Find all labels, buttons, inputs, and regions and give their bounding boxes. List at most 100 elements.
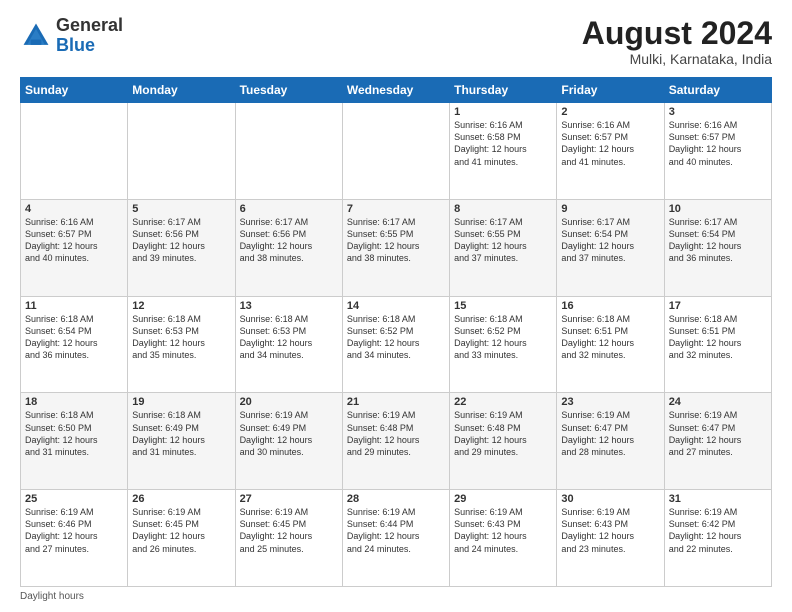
day-number: 4 [25,203,123,215]
logo-icon [20,20,52,52]
day-number: 22 [454,396,552,408]
empty-cell [235,103,342,200]
week-row-4: 18Sunrise: 6:18 AM Sunset: 6:50 PM Dayli… [21,393,772,490]
day-number: 11 [25,300,123,312]
week-row-2: 4Sunrise: 6:16 AM Sunset: 6:57 PM Daylig… [21,199,772,296]
day-info: Sunrise: 6:19 AM Sunset: 6:44 PM Dayligh… [347,506,445,555]
day-cell-25: 25Sunrise: 6:19 AM Sunset: 6:46 PM Dayli… [21,490,128,587]
day-number: 19 [132,396,230,408]
day-number: 20 [240,396,338,408]
day-info: Sunrise: 6:16 AM Sunset: 6:57 PM Dayligh… [561,119,659,168]
day-number: 9 [561,203,659,215]
day-cell-27: 27Sunrise: 6:19 AM Sunset: 6:45 PM Dayli… [235,490,342,587]
header: GeneralBlue August 2024 Mulki, Karnataka… [20,16,772,67]
day-info: Sunrise: 6:16 AM Sunset: 6:58 PM Dayligh… [454,119,552,168]
day-number: 6 [240,203,338,215]
day-number: 12 [132,300,230,312]
day-info: Sunrise: 6:17 AM Sunset: 6:55 PM Dayligh… [347,216,445,265]
day-number: 30 [561,493,659,505]
day-cell-20: 20Sunrise: 6:19 AM Sunset: 6:49 PM Dayli… [235,393,342,490]
day-info: Sunrise: 6:18 AM Sunset: 6:49 PM Dayligh… [132,409,230,458]
day-cell-15: 15Sunrise: 6:18 AM Sunset: 6:52 PM Dayli… [450,296,557,393]
day-info: Sunrise: 6:17 AM Sunset: 6:55 PM Dayligh… [454,216,552,265]
col-header-friday: Friday [557,78,664,103]
logo-general: General [56,15,123,35]
footer-note: Daylight hours [20,591,772,602]
day-number: 27 [240,493,338,505]
day-number: 29 [454,493,552,505]
day-cell-22: 22Sunrise: 6:19 AM Sunset: 6:48 PM Dayli… [450,393,557,490]
day-info: Sunrise: 6:19 AM Sunset: 6:49 PM Dayligh… [240,409,338,458]
empty-cell [21,103,128,200]
day-number: 2 [561,106,659,118]
day-number: 16 [561,300,659,312]
day-cell-1: 1Sunrise: 6:16 AM Sunset: 6:58 PM Daylig… [450,103,557,200]
day-cell-28: 28Sunrise: 6:19 AM Sunset: 6:44 PM Dayli… [342,490,449,587]
col-header-thursday: Thursday [450,78,557,103]
page: GeneralBlue August 2024 Mulki, Karnataka… [0,0,792,612]
day-info: Sunrise: 6:19 AM Sunset: 6:48 PM Dayligh… [454,409,552,458]
subtitle: Mulki, Karnataka, India [582,51,772,67]
day-cell-29: 29Sunrise: 6:19 AM Sunset: 6:43 PM Dayli… [450,490,557,587]
day-cell-24: 24Sunrise: 6:19 AM Sunset: 6:47 PM Dayli… [664,393,771,490]
day-number: 31 [669,493,767,505]
day-number: 15 [454,300,552,312]
day-info: Sunrise: 6:18 AM Sunset: 6:50 PM Dayligh… [25,409,123,458]
day-info: Sunrise: 6:17 AM Sunset: 6:54 PM Dayligh… [561,216,659,265]
day-cell-7: 7Sunrise: 6:17 AM Sunset: 6:55 PM Daylig… [342,199,449,296]
day-number: 8 [454,203,552,215]
col-header-wednesday: Wednesday [342,78,449,103]
day-info: Sunrise: 6:19 AM Sunset: 6:45 PM Dayligh… [240,506,338,555]
day-cell-11: 11Sunrise: 6:18 AM Sunset: 6:54 PM Dayli… [21,296,128,393]
day-cell-13: 13Sunrise: 6:18 AM Sunset: 6:53 PM Dayli… [235,296,342,393]
day-info: Sunrise: 6:18 AM Sunset: 6:52 PM Dayligh… [454,313,552,362]
logo: GeneralBlue [20,16,123,56]
day-number: 5 [132,203,230,215]
logo-text: GeneralBlue [56,16,123,56]
day-number: 10 [669,203,767,215]
day-number: 23 [561,396,659,408]
day-number: 1 [454,106,552,118]
day-info: Sunrise: 6:19 AM Sunset: 6:43 PM Dayligh… [454,506,552,555]
logo-blue: Blue [56,35,95,55]
day-info: Sunrise: 6:18 AM Sunset: 6:53 PM Dayligh… [240,313,338,362]
day-cell-3: 3Sunrise: 6:16 AM Sunset: 6:57 PM Daylig… [664,103,771,200]
day-info: Sunrise: 6:16 AM Sunset: 6:57 PM Dayligh… [25,216,123,265]
day-cell-10: 10Sunrise: 6:17 AM Sunset: 6:54 PM Dayli… [664,199,771,296]
empty-cell [342,103,449,200]
day-number: 3 [669,106,767,118]
day-cell-19: 19Sunrise: 6:18 AM Sunset: 6:49 PM Dayli… [128,393,235,490]
day-cell-21: 21Sunrise: 6:19 AM Sunset: 6:48 PM Dayli… [342,393,449,490]
day-info: Sunrise: 6:18 AM Sunset: 6:54 PM Dayligh… [25,313,123,362]
day-info: Sunrise: 6:19 AM Sunset: 6:42 PM Dayligh… [669,506,767,555]
day-info: Sunrise: 6:19 AM Sunset: 6:46 PM Dayligh… [25,506,123,555]
day-cell-5: 5Sunrise: 6:17 AM Sunset: 6:56 PM Daylig… [128,199,235,296]
day-cell-14: 14Sunrise: 6:18 AM Sunset: 6:52 PM Dayli… [342,296,449,393]
day-number: 7 [347,203,445,215]
day-cell-30: 30Sunrise: 6:19 AM Sunset: 6:43 PM Dayli… [557,490,664,587]
day-info: Sunrise: 6:17 AM Sunset: 6:56 PM Dayligh… [240,216,338,265]
day-cell-8: 8Sunrise: 6:17 AM Sunset: 6:55 PM Daylig… [450,199,557,296]
day-info: Sunrise: 6:18 AM Sunset: 6:51 PM Dayligh… [669,313,767,362]
day-info: Sunrise: 6:19 AM Sunset: 6:45 PM Dayligh… [132,506,230,555]
col-header-saturday: Saturday [664,78,771,103]
day-info: Sunrise: 6:17 AM Sunset: 6:56 PM Dayligh… [132,216,230,265]
day-cell-31: 31Sunrise: 6:19 AM Sunset: 6:42 PM Dayli… [664,490,771,587]
day-info: Sunrise: 6:19 AM Sunset: 6:43 PM Dayligh… [561,506,659,555]
col-header-sunday: Sunday [21,78,128,103]
day-number: 14 [347,300,445,312]
day-number: 17 [669,300,767,312]
day-number: 21 [347,396,445,408]
day-cell-23: 23Sunrise: 6:19 AM Sunset: 6:47 PM Dayli… [557,393,664,490]
week-row-3: 11Sunrise: 6:18 AM Sunset: 6:54 PM Dayli… [21,296,772,393]
day-cell-18: 18Sunrise: 6:18 AM Sunset: 6:50 PM Dayli… [21,393,128,490]
day-info: Sunrise: 6:19 AM Sunset: 6:47 PM Dayligh… [669,409,767,458]
calendar-header-row: SundayMondayTuesdayWednesdayThursdayFrid… [21,78,772,103]
week-row-5: 25Sunrise: 6:19 AM Sunset: 6:46 PM Dayli… [21,490,772,587]
col-header-monday: Monday [128,78,235,103]
day-number: 13 [240,300,338,312]
day-info: Sunrise: 6:19 AM Sunset: 6:48 PM Dayligh… [347,409,445,458]
day-cell-6: 6Sunrise: 6:17 AM Sunset: 6:56 PM Daylig… [235,199,342,296]
day-info: Sunrise: 6:18 AM Sunset: 6:52 PM Dayligh… [347,313,445,362]
day-number: 26 [132,493,230,505]
